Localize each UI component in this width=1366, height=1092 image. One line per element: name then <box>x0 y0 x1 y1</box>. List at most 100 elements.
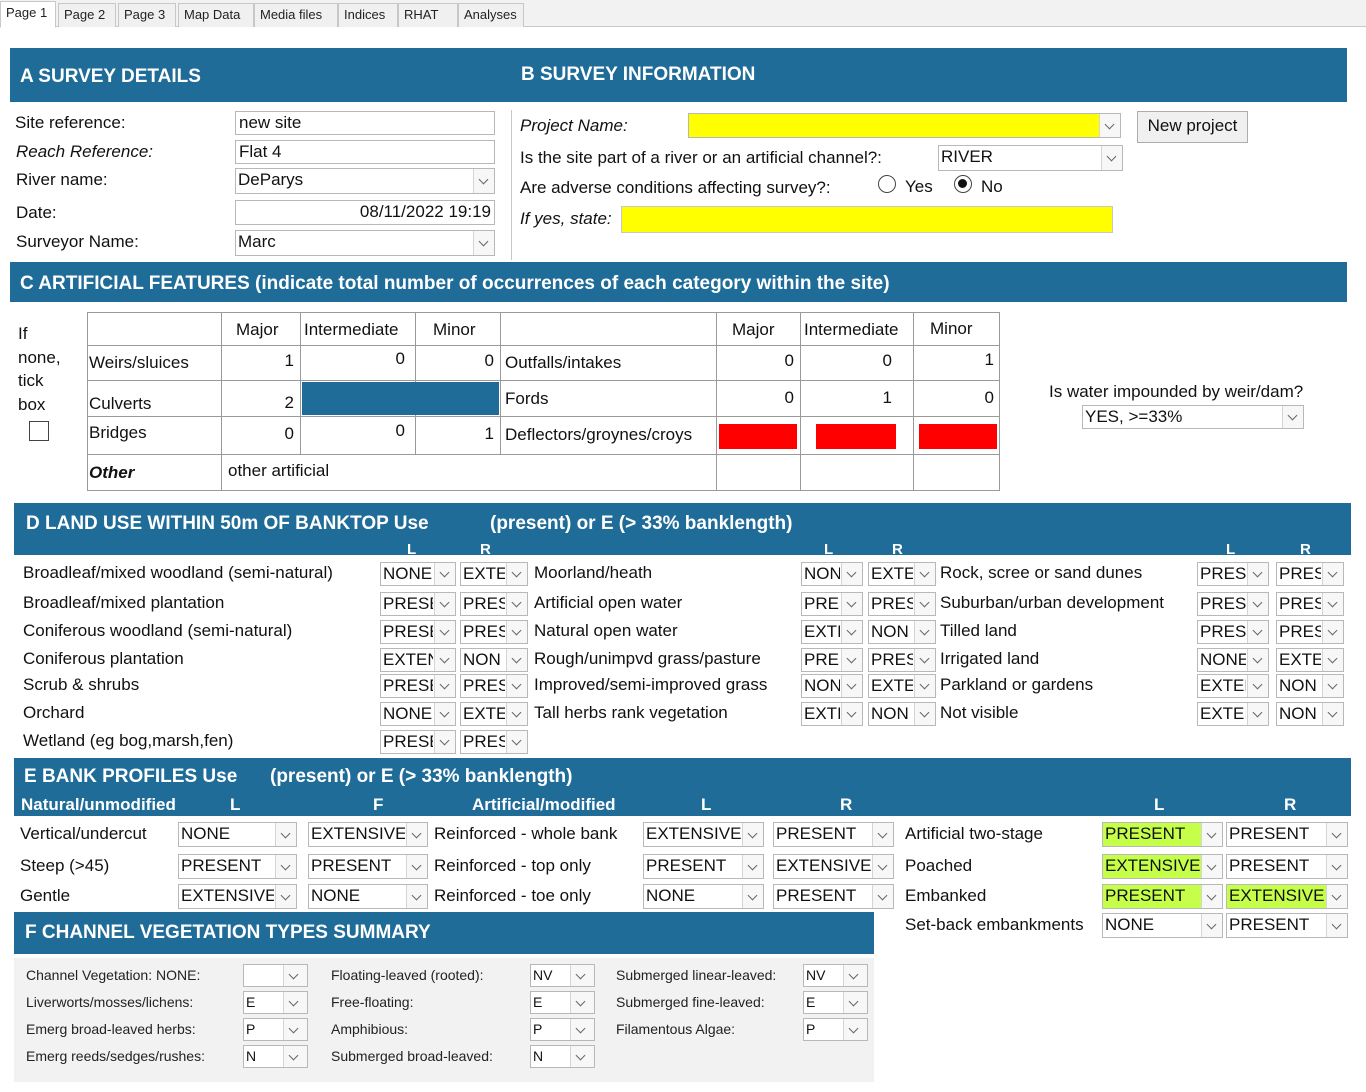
chevron-down-icon[interactable] <box>434 649 455 671</box>
outfalls-minor-field[interactable]: 1 <box>918 349 998 373</box>
chevron-down-icon[interactable] <box>283 992 307 1013</box>
chevron-down-icon[interactable] <box>473 231 494 255</box>
chevron-down-icon[interactable] <box>1326 823 1347 846</box>
chevron-down-icon[interactable] <box>914 675 935 697</box>
natural-right-dropdown[interactable]: EXTENSIVE <box>308 822 428 847</box>
chevron-down-icon[interactable] <box>841 649 862 671</box>
land-use-left-dropdown[interactable]: EXTEI <box>1197 702 1269 726</box>
chevron-down-icon[interactable] <box>914 621 935 643</box>
chevron-down-icon[interactable] <box>742 885 763 908</box>
weirs-intermediate-field[interactable]: 0 <box>316 348 409 372</box>
tab-media-files[interactable]: Media files <box>254 3 338 27</box>
chevron-down-icon[interactable] <box>406 855 427 878</box>
vegetation-dropdown[interactable]: P <box>530 1018 595 1041</box>
other-left-dropdown[interactable]: EXTENSIVE <box>1102 854 1223 879</box>
site-type-dropdown[interactable]: RIVER <box>938 145 1123 171</box>
land-use-right-dropdown[interactable]: EXTE <box>868 562 936 586</box>
tab-indices[interactable]: Indices <box>338 3 398 27</box>
chevron-down-icon[interactable] <box>1247 563 1268 585</box>
adverse-yes-radio[interactable] <box>878 175 896 193</box>
vegetation-dropdown[interactable]: N <box>530 1045 595 1068</box>
chevron-down-icon[interactable] <box>1247 593 1268 615</box>
land-use-right-dropdown[interactable]: PRES <box>1276 620 1344 644</box>
outfalls-major-field[interactable]: 0 <box>720 350 798 374</box>
land-use-left-dropdown[interactable]: NON <box>801 562 863 586</box>
chevron-down-icon[interactable] <box>283 965 307 986</box>
land-use-right-dropdown[interactable]: PRES <box>1276 562 1344 586</box>
chevron-down-icon[interactable] <box>742 855 763 878</box>
land-use-left-dropdown[interactable]: EXTEN <box>1197 674 1269 698</box>
site-reference-field[interactable]: new site <box>235 111 495 135</box>
artificial-right-dropdown[interactable]: PRESENT <box>773 884 894 909</box>
vegetation-dropdown[interactable] <box>243 964 308 987</box>
fords-intermediate-field[interactable]: 1 <box>816 387 896 411</box>
chevron-down-icon[interactable] <box>506 675 527 697</box>
land-use-left-dropdown[interactable]: PRESE <box>380 674 456 698</box>
land-use-left-dropdown[interactable]: EXTI <box>801 702 863 726</box>
artificial-right-dropdown[interactable]: EXTENSIVE <box>773 854 894 879</box>
new-project-button[interactable]: New project <box>1137 111 1248 143</box>
other-right-dropdown[interactable]: EXTENSIVE <box>1226 884 1348 909</box>
vegetation-dropdown[interactable]: E <box>803 991 868 1014</box>
vegetation-dropdown[interactable]: N <box>243 1045 308 1068</box>
artificial-right-dropdown[interactable]: PRESENT <box>773 822 894 847</box>
vegetation-dropdown[interactable]: E <box>243 991 308 1014</box>
land-use-left-dropdown[interactable]: PRESE <box>1197 592 1269 616</box>
chevron-down-icon[interactable] <box>1326 885 1347 908</box>
chevron-down-icon[interactable] <box>914 593 935 615</box>
chevron-down-icon[interactable] <box>1326 855 1347 878</box>
natural-left-dropdown[interactable]: PRESENT <box>178 854 297 879</box>
chevron-down-icon[interactable] <box>1099 114 1120 137</box>
chevron-down-icon[interactable] <box>1201 885 1222 908</box>
adverse-no-radio[interactable] <box>954 175 972 193</box>
chevron-down-icon[interactable] <box>843 1019 867 1040</box>
land-use-right-dropdown[interactable]: NON <box>1276 674 1344 698</box>
chevron-down-icon[interactable] <box>473 169 494 193</box>
other-left-dropdown[interactable]: PRESENT <box>1102 884 1223 909</box>
land-use-left-dropdown[interactable]: PRESE <box>1197 620 1269 644</box>
tab-rhat[interactable]: RHAT <box>398 3 458 27</box>
land-use-right-dropdown[interactable]: PRES <box>868 648 936 672</box>
chevron-down-icon[interactable] <box>1322 649 1343 671</box>
fords-minor-field[interactable]: 0 <box>918 387 998 411</box>
chevron-down-icon[interactable] <box>841 621 862 643</box>
deflectors-minor-field[interactable] <box>919 424 997 449</box>
artificial-left-dropdown[interactable]: NONE <box>643 884 764 909</box>
chevron-down-icon[interactable] <box>841 675 862 697</box>
vegetation-dropdown[interactable]: E <box>530 991 595 1014</box>
chevron-down-icon[interactable] <box>914 703 935 725</box>
other-field[interactable]: other artificial <box>225 460 680 486</box>
culverts-major-field[interactable]: 2 <box>226 392 298 416</box>
land-use-right-dropdown[interactable]: NON <box>1276 702 1344 726</box>
vegetation-dropdown[interactable]: P <box>243 1018 308 1041</box>
chevron-down-icon[interactable] <box>570 1046 594 1067</box>
land-use-right-dropdown[interactable]: EXTE <box>460 562 528 586</box>
chevron-down-icon[interactable] <box>506 621 527 643</box>
chevron-down-icon[interactable] <box>570 965 594 986</box>
chevron-down-icon[interactable] <box>742 823 763 846</box>
chevron-down-icon[interactable] <box>406 823 427 846</box>
chevron-down-icon[interactable] <box>1247 621 1268 643</box>
bridges-intermediate-field[interactable]: 0 <box>316 420 409 444</box>
chevron-down-icon[interactable] <box>434 731 455 753</box>
chevron-down-icon[interactable] <box>841 703 862 725</box>
land-use-left-dropdown[interactable]: PRES <box>801 648 863 672</box>
chevron-down-icon[interactable] <box>434 675 455 697</box>
chevron-down-icon[interactable] <box>843 992 867 1013</box>
deflectors-major-field[interactable] <box>719 424 797 449</box>
chevron-down-icon[interactable] <box>1282 406 1303 428</box>
chevron-down-icon[interactable] <box>406 885 427 908</box>
tab-map-data[interactable]: Map Data <box>178 3 254 27</box>
chevron-down-icon[interactable] <box>1322 593 1343 615</box>
project-name-dropdown[interactable] <box>688 113 1121 138</box>
natural-left-dropdown[interactable]: NONE <box>178 822 297 847</box>
land-use-left-dropdown[interactable]: PRESE <box>380 592 456 616</box>
fords-major-field[interactable]: 0 <box>720 387 798 411</box>
tab-page-3[interactable]: Page 3 <box>118 3 176 27</box>
chevron-down-icon[interactable] <box>434 621 455 643</box>
chevron-down-icon[interactable] <box>1322 621 1343 643</box>
land-use-left-dropdown[interactable]: PRESE <box>380 620 456 644</box>
impounded-dropdown[interactable]: YES, >=33% <box>1082 405 1304 429</box>
land-use-right-dropdown[interactable]: NON <box>460 648 528 672</box>
chevron-down-icon[interactable] <box>841 593 862 615</box>
